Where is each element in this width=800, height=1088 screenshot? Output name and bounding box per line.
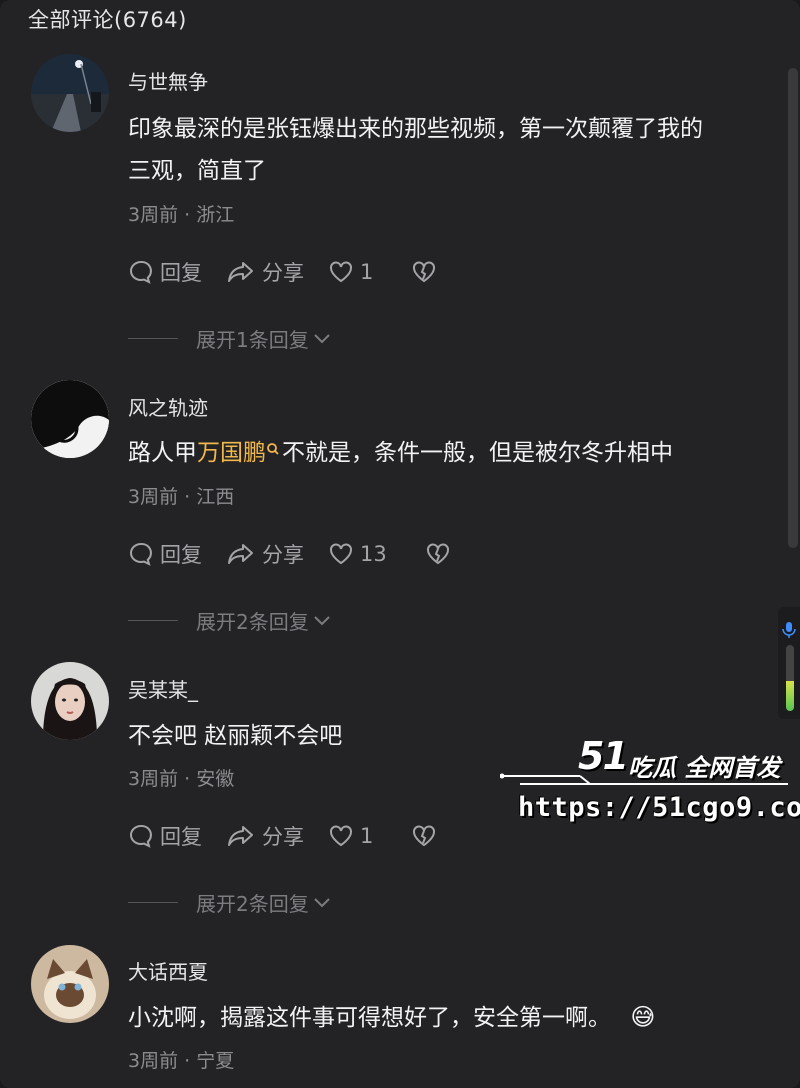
share-button[interactable]: 分享	[226, 257, 304, 287]
comment-username[interactable]: 吴某某_	[128, 674, 198, 703]
divider-line	[128, 902, 178, 903]
dislike-button[interactable]	[411, 260, 443, 284]
watermark-logo: 51	[578, 734, 629, 778]
watermark-url: https://51cgo9.com	[518, 792, 800, 823]
reply-icon	[130, 542, 152, 566]
heart-icon	[330, 543, 352, 565]
sweat-smile-emoji: 😅	[630, 1003, 656, 1031]
comment-text-line: 三观，简直了	[128, 158, 266, 184]
comment-username[interactable]: 大话西夏	[128, 956, 208, 985]
comment-actions: 回复 分享 1	[128, 257, 467, 287]
share-icon	[228, 826, 253, 846]
avatar[interactable]	[31, 662, 109, 740]
expand-replies-button[interactable]: 展开2条回复	[128, 888, 331, 917]
like-button[interactable]: 1	[328, 260, 373, 284]
dislike-button[interactable]	[425, 542, 457, 566]
reply-button[interactable]: 回复	[128, 821, 202, 851]
comment-content: 路人甲万国鹏 不就是，条件一般，但是被尔冬升相中	[128, 432, 778, 474]
search-link[interactable]: 万国鹏	[197, 440, 266, 466]
share-button[interactable]: 分享	[226, 539, 304, 569]
reply-icon	[130, 260, 152, 284]
comment-actions: 回复 分享 13	[128, 539, 481, 569]
broken-heart-icon	[413, 825, 436, 847]
like-count: 13	[360, 542, 387, 566]
comment-meta: 3周前 · 安徽	[128, 768, 235, 790]
divider-line	[128, 620, 178, 621]
watermark-title: 吃瓜 全网首发	[628, 754, 781, 782]
reply-label: 回复	[160, 825, 202, 849]
reply-label: 回复	[160, 543, 202, 567]
comment-actions: 回复 分享 1	[128, 821, 467, 851]
share-label: 分享	[262, 261, 304, 285]
microphone-icon	[782, 622, 796, 638]
dislike-button[interactable]	[411, 824, 443, 848]
share-label: 分享	[262, 825, 304, 849]
scrollbar[interactable]	[788, 68, 798, 548]
like-button[interactable]: 13	[328, 542, 387, 566]
share-button[interactable]: 分享	[226, 821, 304, 851]
watermark: 51 吃瓜 全网首发 https://51cgo9.com	[500, 732, 800, 832]
like-count: 1	[360, 260, 374, 284]
comment-meta: 3周前 · 浙江	[128, 204, 235, 226]
reply-icon	[130, 824, 152, 848]
chevron-down-icon	[314, 333, 330, 343]
mic-level-widget[interactable]	[778, 607, 800, 719]
broken-heart-icon	[426, 543, 449, 565]
expand-replies-button[interactable]: 展开2条回复	[128, 606, 331, 635]
share-icon	[228, 262, 253, 282]
comment-username[interactable]: 风之轨迹	[128, 392, 208, 421]
divider-line	[128, 338, 178, 339]
chevron-down-icon	[314, 897, 330, 907]
like-count: 1	[360, 824, 374, 848]
comment-username[interactable]: 与世無争	[128, 66, 208, 95]
share-label: 分享	[262, 543, 304, 567]
expand-replies-label: 展开2条回复	[196, 610, 309, 634]
search-icon[interactable]	[266, 442, 280, 458]
comment-text-line: 印象最深的是张钰爆出来的那些视频，第一次颠覆了我的	[128, 116, 703, 142]
like-button[interactable]: 1	[328, 824, 373, 848]
comment-text: 路人甲	[128, 440, 197, 466]
expand-replies-label: 展开2条回复	[196, 892, 309, 916]
heart-icon	[330, 261, 352, 283]
avatar[interactable]	[31, 945, 109, 1023]
share-icon	[228, 544, 253, 564]
comment-meta: 3周前 · 江西	[128, 486, 235, 508]
reply-button[interactable]: 回复	[128, 257, 202, 287]
expand-replies-button[interactable]: 展开1条回复	[128, 324, 331, 353]
heart-icon	[330, 825, 352, 847]
reply-label: 回复	[160, 261, 202, 285]
comments-panel: 全部评论(6764) 与世無争 印象最深的是张钰爆出来的那些视频，第一次颠覆了我…	[0, 0, 800, 1088]
broken-heart-icon	[413, 261, 436, 283]
chevron-down-icon	[314, 615, 330, 625]
reply-button[interactable]: 回复	[128, 539, 202, 569]
mic-level-fill	[786, 681, 794, 711]
comment-text: 小沈啊，揭露这件事可得想好了，安全第一啊。	[128, 1005, 611, 1031]
comment-meta: 3周前 · 宁夏	[128, 1050, 235, 1072]
comment-content: 小沈啊，揭露这件事可得想好了，安全第一啊。 😅	[128, 996, 778, 1039]
comment-text: 不就是，条件一般，但是被尔冬升相中	[282, 440, 673, 466]
comment-content: 印象最深的是张钰爆出来的那些视频，第一次颠覆了我的 三观，简直了	[128, 108, 778, 192]
avatar[interactable]	[31, 380, 109, 458]
comments-header: 全部评论(6764)	[28, 8, 187, 32]
avatar[interactable]	[31, 54, 109, 132]
expand-replies-label: 展开1条回复	[196, 328, 309, 352]
mic-level-bar	[786, 645, 794, 711]
